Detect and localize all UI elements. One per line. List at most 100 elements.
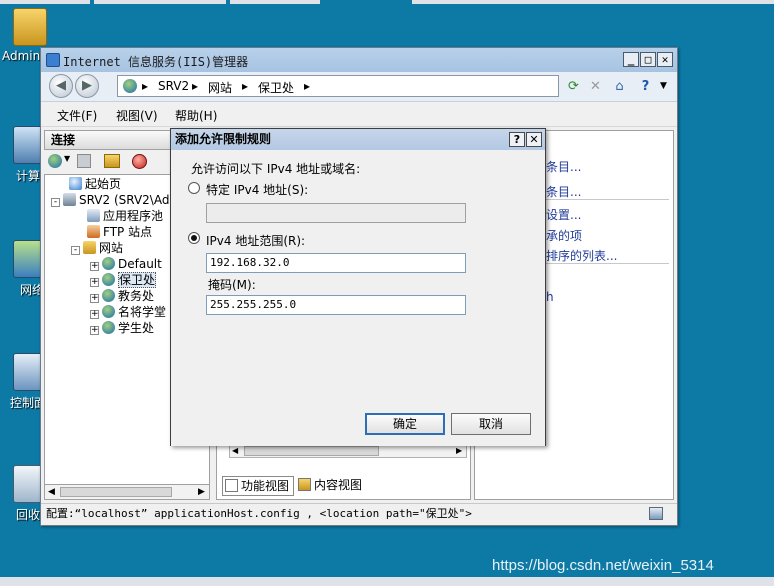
help-icon[interactable]: ?: [637, 78, 654, 95]
ok-button[interactable]: 确定: [365, 413, 445, 435]
content-view-icon: [298, 478, 311, 491]
expand-icon[interactable]: +: [90, 294, 99, 303]
breadcrumb-srv2[interactable]: SRV2: [158, 79, 189, 93]
tree-node-security-site[interactable]: + 保卫处: [90, 272, 157, 288]
expand-icon[interactable]: +: [90, 310, 99, 319]
globe-icon: [102, 305, 115, 318]
center-horizontal-scrollbar[interactable]: ◀ ▶: [229, 444, 467, 458]
tree-node-ftp-sites[interactable]: FTP 站点: [87, 224, 152, 240]
refresh-icon[interactable]: ⟳: [565, 78, 582, 95]
dialog-title-bar[interactable]: 添加允许限制规则: [171, 129, 545, 150]
breadcrumb-sites[interactable]: 网站: [208, 79, 232, 96]
action-add-entry[interactable]: 条目...: [546, 158, 581, 175]
action-edit-settings[interactable]: 设置...: [546, 206, 581, 223]
server-icon: [63, 193, 76, 206]
chevron-down-icon[interactable]: ▼: [64, 154, 70, 163]
globe-icon: [102, 273, 115, 286]
tab-label: 内容视图: [314, 478, 363, 492]
disconnect-icon[interactable]: [132, 154, 147, 169]
scroll-left-icon[interactable]: ◀: [232, 446, 238, 455]
tree-node-label: 起始页: [85, 177, 122, 191]
up-folder-icon[interactable]: [104, 154, 120, 168]
scrollbar-thumb[interactable]: [244, 446, 379, 456]
action-view-ordered-list[interactable]: 排序的列表...: [546, 247, 617, 264]
back-icon[interactable]: ◀: [49, 74, 73, 98]
tree-node-label: 网站: [99, 241, 124, 255]
menu-help[interactable]: 帮助(H): [175, 107, 217, 124]
tree-node-academic-site[interactable]: + 教务处: [90, 288, 154, 304]
dialog-body: 允许访问以下 IPv4 地址或域名: 特定 IPv4 地址(S): IPv4 地…: [171, 150, 545, 446]
tab-content-view[interactable]: 内容视图: [296, 476, 366, 496]
action-deny-entry[interactable]: 条目...: [546, 183, 581, 200]
tree-horizontal-scrollbar[interactable]: ◀ ▶: [44, 484, 210, 500]
cancel-button[interactable]: 取消: [451, 413, 531, 435]
globe-icon: [102, 289, 115, 302]
top-taskbar-strip: [0, 0, 774, 4]
status-bar: 配置:“localhost” applicationHost.config , …: [41, 503, 677, 525]
action-revert-inherited[interactable]: 承的项: [546, 227, 582, 244]
scroll-right-icon[interactable]: ▶: [456, 446, 462, 455]
add-allow-restriction-dialog: 添加允许限制规则 ? ✕ 允许访问以下 IPv4 地址或域名: 特定 IPv4 …: [170, 128, 546, 446]
iis-app-icon: [46, 53, 60, 67]
actions-separator: [537, 199, 669, 200]
tree-node-sites[interactable]: - 网站: [71, 240, 123, 256]
specific-ip-label: 特定 IPv4 地址(S):: [206, 183, 309, 197]
crumb-separator: ▸: [142, 79, 149, 93]
menu-bar: 文件(F) 视图(V) 帮助(H): [41, 103, 677, 127]
tree-node-mingjiang-site[interactable]: + 名将学堂: [90, 304, 166, 320]
actions-separator: [537, 263, 669, 264]
tree-node-default-site[interactable]: + Default: [90, 256, 162, 272]
dialog-close-button[interactable]: ✕: [526, 132, 542, 147]
connect-globe-icon[interactable]: [48, 154, 62, 168]
watermark-text: https://blog.csdn.net/weixin_5314: [492, 557, 714, 574]
action-help[interactable]: h: [546, 290, 554, 304]
start-page-icon: [69, 177, 82, 190]
mask-field[interactable]: 255.255.255.0: [206, 295, 466, 315]
breadcrumb-current-site[interactable]: 保卫处: [258, 79, 294, 96]
tree-node-start-page[interactable]: 起始页: [69, 176, 121, 192]
home-icon[interactable]: ⌂: [611, 78, 628, 95]
globe-icon: [102, 321, 115, 334]
scroll-right-icon[interactable]: ▶: [198, 487, 205, 497]
minimize-button[interactable]: _: [623, 52, 639, 67]
ip-range-field[interactable]: 192.168.32.0: [206, 253, 466, 273]
app-pool-icon: [87, 209, 100, 222]
crumb-separator: ▸: [304, 79, 311, 93]
tree-node-label: 教务处: [118, 289, 155, 303]
tree-node-label: SRV2 (SRV2\Adm: [79, 193, 182, 207]
menu-file[interactable]: 文件(F): [57, 107, 97, 124]
tree-node-label: FTP 站点: [103, 225, 153, 239]
maximize-button[interactable]: □: [640, 52, 656, 67]
dialog-help-button[interactable]: ?: [509, 132, 525, 147]
save-icon[interactable]: [77, 154, 91, 168]
bottom-taskbar: [0, 577, 774, 586]
tab-features-view[interactable]: 功能视图: [222, 476, 295, 496]
expand-icon[interactable]: +: [90, 278, 99, 287]
crumb-separator: ▸: [192, 79, 199, 93]
specific-ip-field[interactable]: [206, 203, 466, 223]
dialog-instruction: 允许访问以下 IPv4 地址或域名:: [191, 162, 361, 176]
window-title-bar[interactable]: Internet 信息服务(IIS)管理器 _ □ ✕: [41, 48, 677, 72]
mask-label: 掩码(M):: [208, 278, 256, 292]
sites-folder-icon: [83, 241, 96, 254]
tree-node-server[interactable]: - SRV2 (SRV2\Adm: [51, 192, 181, 208]
radio-specific-ip[interactable]: [188, 182, 200, 194]
collapse-icon[interactable]: -: [51, 198, 60, 207]
tree-node-app-pools[interactable]: 应用程序池: [87, 208, 163, 224]
forward-icon[interactable]: ▶: [75, 74, 99, 98]
chevron-down-icon[interactable]: ▼: [655, 78, 672, 95]
close-button[interactable]: ✕: [657, 52, 673, 67]
tree-node-student-site[interactable]: + 学生处: [90, 320, 154, 336]
tree-node-label: 保卫处: [118, 272, 157, 288]
expand-icon[interactable]: +: [90, 326, 99, 335]
ip-range-label: IPv4 地址范围(R):: [206, 234, 306, 248]
scrollbar-thumb[interactable]: [60, 487, 172, 497]
scroll-left-icon[interactable]: ◀: [48, 487, 55, 497]
expand-icon[interactable]: +: [90, 262, 99, 271]
collapse-icon[interactable]: -: [71, 246, 80, 255]
menu-view[interactable]: 视图(V): [116, 107, 158, 124]
stop-icon[interactable]: ✕: [587, 78, 604, 95]
navigation-bar: ◀ ▶ ▸ SRV2 ▸ 网站 ▸ 保卫处 ▸ ⟳ ✕ ⌂ ? ▼: [41, 72, 677, 102]
radio-ip-range[interactable]: [188, 232, 200, 244]
address-bar[interactable]: ▸ SRV2 ▸ 网站 ▸ 保卫处 ▸: [117, 75, 559, 97]
